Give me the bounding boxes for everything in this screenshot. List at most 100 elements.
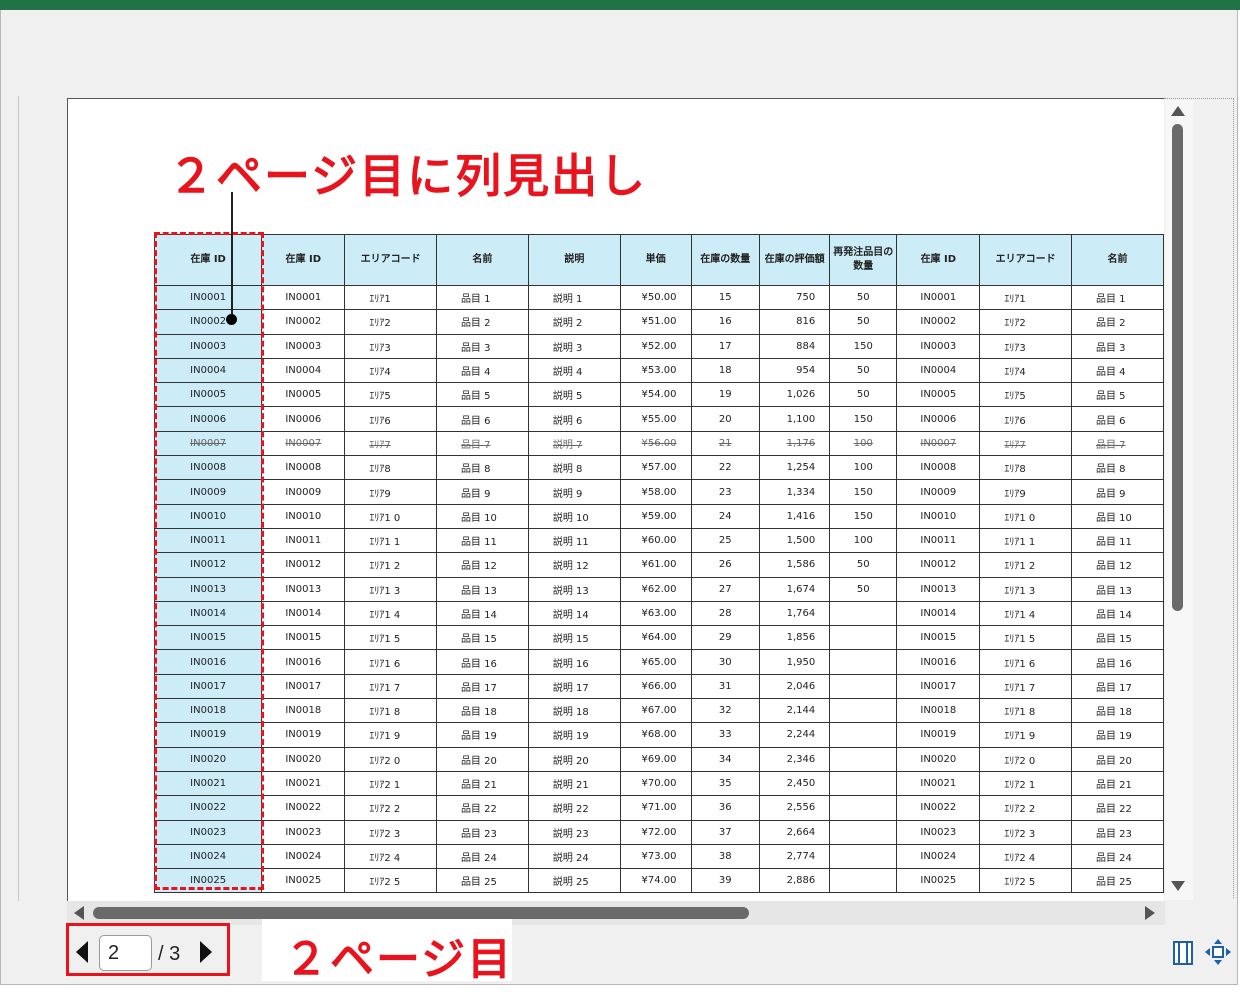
table-cell: IN0011	[896, 527, 981, 554]
table-cell: ｴﾘｱ6	[344, 406, 437, 432]
table-cell: ｴﾘｱ2 3	[979, 819, 1072, 845]
table-cell: ｴﾘｱ1 3	[979, 576, 1072, 602]
page-number-input[interactable]	[99, 935, 152, 971]
table-cell: 2,244	[758, 722, 831, 748]
table-cell: IN0006	[261, 406, 346, 432]
table-cell: 2,556	[758, 795, 831, 821]
table-cell: IN0012	[261, 552, 346, 578]
table-row: IN0004 IN0004 ｴﾘｱ4 品目 4 説明 4 ¥53.00 18 954 50 IN0…	[153, 357, 1164, 384]
table-cell: 品目 13	[435, 576, 529, 602]
table-cell: IN0008	[896, 455, 981, 481]
table-row: IN0012 IN0012 ｴﾘｱ1 2 品目 12 説明 12 ¥61.00 26 1,58…	[153, 552, 1164, 578]
column-header: 在庫の数量	[690, 234, 760, 286]
repeated-id-cell: IN0006	[153, 406, 263, 432]
table-cell: 品目 17	[435, 673, 529, 700]
table-cell: ｴﾘｱ2 2	[344, 795, 437, 821]
table-cell: 50	[829, 576, 898, 602]
repeated-id-cell: IN0011	[153, 527, 263, 554]
table-cell: ¥58.00	[619, 479, 692, 505]
table-cell: 31	[690, 673, 760, 700]
page-boundary-right	[1233, 98, 1235, 898]
scroll-down-icon[interactable]	[1171, 881, 1185, 891]
table-cell: IN0021	[896, 770, 981, 797]
table-cell: IN0023	[261, 819, 346, 845]
table-cell: IN0019	[896, 722, 981, 748]
column-header: 説明	[527, 234, 621, 286]
table-cell: 23	[690, 479, 760, 505]
table-cell: 説明 19	[527, 722, 621, 748]
scroll-right-icon[interactable]	[1145, 906, 1155, 920]
table-row: IN0002 IN0002 ｴﾘｱ2 品目 2 説明 2 ¥51.00 16 816 50 IN0…	[153, 309, 1164, 335]
repeated-id-cell: IN0007	[153, 430, 263, 457]
table-cell: 26	[690, 552, 760, 578]
scroll-left-icon[interactable]	[74, 906, 84, 920]
column-header: 名前	[1070, 234, 1164, 286]
table-cell: ｴﾘｱ1 5	[979, 625, 1072, 651]
table-cell: 品目 15	[1070, 625, 1164, 651]
table-cell: 2,450	[758, 770, 831, 797]
table-cell: ｴﾘｱ2 5	[344, 868, 437, 894]
table-cell	[829, 795, 898, 821]
table-cell: 21	[690, 430, 760, 457]
table-cell: 24	[690, 503, 760, 529]
table-cell: 884	[758, 333, 831, 359]
table-cell: 2,886	[758, 868, 831, 894]
table-cell: 29	[690, 625, 760, 651]
table-cell: 34	[690, 746, 760, 772]
table-row: IN0024 IN0024 ｴﾘｱ2 4 品目 24 説明 24 ¥73.00 38 2,77…	[153, 843, 1164, 870]
table-cell: 説明 6	[527, 406, 621, 432]
table-cell: 品目 16	[435, 649, 529, 675]
table-cell: IN0002	[896, 309, 981, 335]
repeated-id-cell: IN0014	[153, 600, 263, 627]
app-ribbon-edge	[0, 0, 1240, 10]
table-row: IN0022 IN0022 ｴﾘｱ2 2 品目 22 説明 22 ¥71.00 36 2,55…	[153, 795, 1164, 821]
page-layout-icon[interactable]	[1172, 940, 1194, 966]
table-cell: IN0015	[261, 625, 346, 651]
table-cell: ¥60.00	[619, 527, 692, 554]
vertical-scroll-thumb[interactable]	[1172, 124, 1183, 611]
table-cell: 19	[690, 382, 760, 408]
table-cell: IN0015	[896, 625, 981, 651]
table-cell: ｴﾘｱ2 2	[979, 795, 1072, 821]
table-cell: IN0025	[896, 868, 981, 894]
table-cell	[829, 649, 898, 675]
preview-left-rule	[18, 96, 19, 901]
table-cell: 説明 12	[527, 552, 621, 578]
table-cell: ¥64.00	[619, 625, 692, 651]
table-cell: 150	[829, 333, 898, 359]
scroll-up-icon[interactable]	[1171, 106, 1185, 116]
table-cell: 説明 1	[527, 284, 621, 311]
table-cell: 1,500	[758, 527, 831, 554]
table-cell: 18	[690, 357, 760, 384]
table-cell: 品目 7	[1070, 430, 1164, 457]
table-row: IN0023 IN0023 ｴﾘｱ2 3 品目 23 説明 23 ¥72.00 37 2,66…	[153, 819, 1164, 845]
status-strip	[0, 985, 1240, 1007]
table-cell: 25	[690, 527, 760, 554]
repeated-id-cell: IN0016	[153, 649, 263, 675]
table-cell: 説明 17	[527, 673, 621, 700]
table-cell: 750	[758, 284, 831, 311]
table-cell: 説明 20	[527, 746, 621, 772]
table-cell	[829, 673, 898, 700]
table-cell: 説明 22	[527, 795, 621, 821]
table-cell: IN0002	[261, 309, 346, 335]
table-cell: IN0003	[896, 333, 981, 359]
next-page-icon[interactable]	[200, 941, 212, 963]
table-cell: 1,764	[758, 600, 831, 627]
table-cell: ｴﾘｱ1 4	[344, 600, 437, 627]
table-cell	[829, 746, 898, 772]
column-header: 在庫 ID	[896, 234, 981, 286]
fit-to-window-icon[interactable]	[1204, 938, 1232, 966]
table-cell: IN0003	[261, 333, 346, 359]
horizontal-scroll-thumb[interactable]	[93, 907, 749, 919]
prev-page-icon[interactable]	[76, 941, 88, 963]
table-cell: ｴﾘｱ1 8	[344, 698, 437, 724]
table-cell: IN0009	[896, 479, 981, 505]
table-cell: 説明 25	[527, 868, 621, 894]
table-row: IN0019 IN0019 ｴﾘｱ1 9 品目 19 説明 19 ¥68.00 33 2,24…	[153, 722, 1164, 748]
annotation-leader-line	[231, 192, 233, 318]
table-cell: IN0018	[896, 698, 981, 724]
table-cell: 品目 20	[435, 746, 529, 772]
table-cell: ｴﾘｱ7	[344, 430, 437, 457]
table-cell: 品目 21	[1070, 770, 1164, 797]
